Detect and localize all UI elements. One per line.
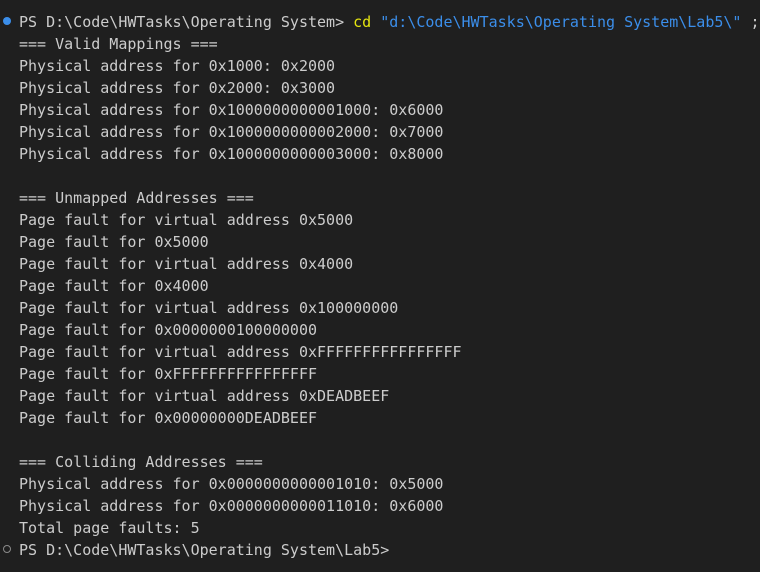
- output-line: Page fault for virtual address 0xDEADBEE…: [19, 387, 390, 405]
- output-line: Page fault for virtual address 0x1000000…: [19, 299, 399, 317]
- command-success-decoration-icon[interactable]: [3, 17, 11, 25]
- output-line: Page fault for 0x4000: [19, 277, 209, 295]
- output-line: Physical address for 0x1000: 0x2000: [19, 57, 336, 75]
- output-line: Page fault for 0x5000: [19, 233, 209, 251]
- output-line: Page fault for 0x0000000100000000: [19, 321, 318, 339]
- output-line: Physical address for 0x0000000000011010:…: [19, 497, 444, 515]
- output-line: Physical address for 0x2000: 0x3000: [19, 79, 336, 97]
- command-default-decoration-icon[interactable]: [3, 545, 11, 553]
- command-line: PS D:\Code\HWTasks\Operating System> cd …: [19, 11, 760, 33]
- output-line: Page fault for 0xFFFFFFFFFFFFFFFF: [19, 365, 318, 383]
- output-line: === Valid Mappings ===: [19, 35, 218, 53]
- output-line: === Colliding Addresses ===: [19, 453, 263, 471]
- output-line: Total page faults: 5: [19, 519, 200, 537]
- terminal-panel[interactable]: PS D:\Code\HWTasks\Operating System> cd …: [0, 0, 760, 572]
- output-line: Page fault for virtual address 0xFFFFFFF…: [19, 343, 462, 361]
- output-line: Page fault for virtual address 0x5000: [19, 211, 354, 229]
- output-line: Physical address for 0x1000000000003000:…: [19, 145, 444, 163]
- command-text: cd: [353, 13, 372, 31]
- output-line: Page fault for 0x00000000DEADBEEF: [19, 409, 318, 427]
- command-suffix: ;: [741, 13, 760, 31]
- output-line: Physical address for 0x0000000000001010:…: [19, 475, 444, 493]
- prompt-text: PS D:\Code\HWTasks\Operating System>: [19, 13, 354, 31]
- output-line: === Unmapped Addresses ===: [19, 189, 254, 207]
- output-line: Physical address for 0x1000000000001000:…: [19, 101, 444, 119]
- output-line: Page fault for virtual address 0x4000: [19, 255, 354, 273]
- command-argument: "d:\Code\HWTasks\Operating System\Lab5\": [380, 13, 742, 31]
- final-prompt[interactable]: PS D:\Code\HWTasks\Operating System\Lab5…: [19, 539, 389, 561]
- output-line: Physical address for 0x1000000000002000:…: [19, 123, 444, 141]
